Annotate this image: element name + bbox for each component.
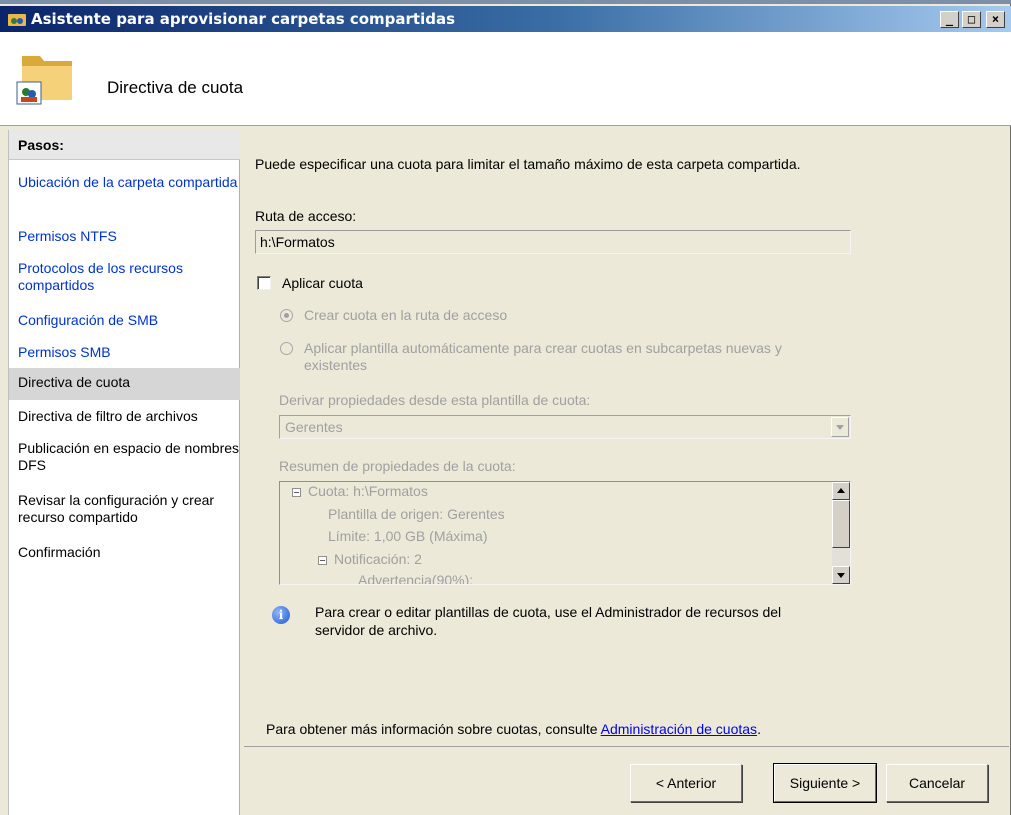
more-info-row: Para obtener más información sobre cuota… [266, 721, 761, 737]
path-label: Ruta de acceso: [255, 208, 357, 224]
tree-warning: Advertencia(90%): [358, 572, 474, 585]
tree-notification: Notificación: 2 [334, 551, 422, 567]
info-text-line2: servidor de archivo. [315, 622, 438, 638]
auto-template-radio[interactable] [280, 342, 293, 355]
step-directiva-cuota: Directiva de cuota [9, 368, 240, 400]
footer-separator [244, 746, 1009, 747]
template-select[interactable]: Gerentes [279, 415, 851, 439]
step-revisar: Revisar la configuración y crear recurso… [18, 492, 215, 525]
close-button[interactable]: × [986, 11, 1005, 28]
step-dfs: Publicación en espacio de nombres DFS [18, 440, 240, 473]
auto-template-label-line1[interactable]: Aplicar plantilla automáticamente para c… [304, 340, 782, 356]
summary-label: Resumen de propiedades de la cuota: [279, 458, 516, 474]
steps-pane: Pasos: Ubicación de la carpeta compartid… [8, 130, 240, 815]
tree-source: Plantilla de origen: Gerentes [328, 506, 505, 522]
more-info-text: Para obtener más información sobre cuota… [266, 721, 598, 737]
more-info-end: . [757, 721, 761, 737]
tree-root: Cuota: h:\Formatos [308, 483, 428, 499]
info-icon: i [272, 606, 290, 624]
path-field: h:\Formatos [255, 230, 851, 254]
next-button[interactable]: Siguiente > [773, 763, 877, 803]
step-ubicacion[interactable]: Ubicación de la carpeta compartida [9, 174, 240, 191]
wizard-window: Asistente para aprovisionar carpetas com… [0, 4, 1011, 815]
apply-quota-label[interactable]: Aplicar cuota [282, 275, 363, 291]
steps-title: Pasos: [9, 130, 240, 160]
collapse-icon[interactable] [318, 556, 327, 565]
page-title: Directiva de cuota [107, 78, 244, 97]
tree-limit: Límite: 1,00 GB (Máxima) [328, 528, 488, 544]
window-title: Asistente para aprovisionar carpetas com… [31, 10, 456, 28]
step-permisos-smb[interactable]: Permisos SMB [9, 344, 240, 361]
step-filtro-archivos: Directiva de filtro de archivos [18, 408, 198, 424]
step-protocolos[interactable]: Protocolos de los recursos compartidos [9, 260, 240, 294]
chevron-down-icon[interactable] [831, 417, 849, 437]
apply-quota-checkbox[interactable] [257, 276, 271, 290]
create-quota-label[interactable]: Crear cuota en la ruta de acceso [304, 307, 507, 323]
quota-summary-tree[interactable]: Cuota: h:\Formatos Plantilla de origen: … [279, 481, 851, 585]
main-panel: Puede especificar una cuota para limitar… [244, 130, 1009, 815]
template-select-value: Gerentes [285, 419, 343, 435]
quota-admin-link[interactable]: Administración de cuotas [601, 721, 757, 737]
template-label: Derivar propiedades desde esta plantilla… [279, 392, 591, 408]
step-configuracion-smb[interactable]: Configuración de SMB [9, 312, 240, 329]
step-confirmacion: Confirmación [18, 544, 101, 560]
collapse-icon[interactable] [292, 488, 301, 497]
back-button[interactable]: < Anterior [630, 764, 742, 802]
shared-folder-icon [16, 56, 72, 105]
minimize-button[interactable]: _ [940, 11, 959, 28]
scroll-thumb[interactable] [832, 500, 850, 548]
shared-folder-app-icon [8, 14, 26, 26]
scroll-up-icon[interactable] [832, 482, 850, 500]
wizard-header: Directiva de cuota [0, 32, 1011, 126]
intro-text: Puede especificar una cuota para limitar… [255, 156, 801, 172]
info-text-line1: Para crear o editar plantillas de cuota,… [315, 604, 782, 620]
title-bar[interactable]: Asistente para aprovisionar carpetas com… [0, 6, 1011, 32]
create-quota-radio[interactable] [280, 309, 293, 322]
maximize-button[interactable]: □ [962, 11, 981, 28]
tree-scrollbar[interactable] [832, 482, 850, 584]
cancel-button[interactable]: Cancelar [886, 764, 988, 802]
auto-template-label-line2[interactable]: existentes [304, 357, 367, 373]
scroll-down-icon[interactable] [832, 566, 850, 584]
step-permisos-ntfs[interactable]: Permisos NTFS [9, 228, 240, 245]
